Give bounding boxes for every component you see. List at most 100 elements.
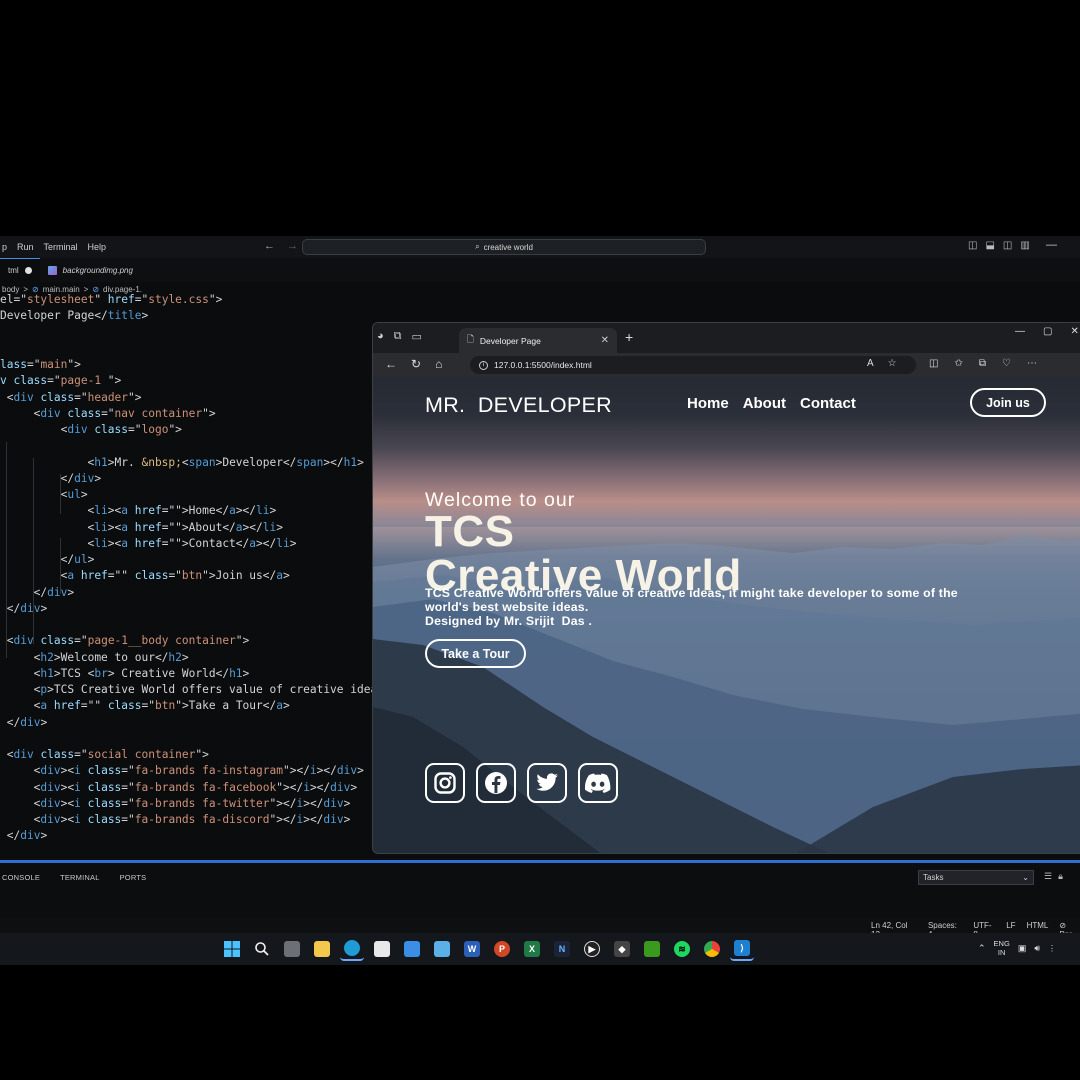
word-icon[interactable]: W <box>460 937 484 961</box>
nvidia-icon[interactable] <box>640 937 664 961</box>
code-line[interactable]: Developer Page</title> <box>0 308 148 324</box>
photos-icon[interactable] <box>430 937 454 961</box>
command-center-search[interactable]: ⌕ creative world <box>302 239 706 255</box>
profile-avatar-icon[interactable]: ◕ <box>377 330 384 343</box>
refresh-icon[interactable]: ↻ <box>411 357 421 371</box>
facebook-icon[interactable] <box>476 763 516 803</box>
favorites-icon[interactable]: ✩ <box>954 358 962 369</box>
code-line[interactable]: </ul> <box>0 552 95 568</box>
menu-item[interactable]: p <box>2 242 7 252</box>
code-line[interactable]: <div class="nav container"> <box>0 406 216 422</box>
list-icon[interactable]: ☰ <box>1044 871 1052 882</box>
toggle-panel-icon[interactable]: ⬓ <box>985 240 994 251</box>
powerpoint-icon[interactable]: P <box>490 937 514 961</box>
home-icon[interactable]: ⌂ <box>435 357 442 371</box>
address-bar[interactable]: i 127.0.0.1:5500/index.html <box>470 356 916 374</box>
maximize-icon[interactable]: ▢ <box>1043 326 1052 337</box>
twitter-icon[interactable] <box>527 763 567 803</box>
nav-link-home[interactable]: Home <box>687 395 729 412</box>
code-line[interactable]: <li><a href="">Home</a></li> <box>0 503 277 519</box>
split-screen-icon[interactable]: ◫ <box>929 358 938 369</box>
code-line[interactable]: <h2>Welcome to our</h2> <box>0 650 189 666</box>
code-line[interactable]: <h1>TCS <br> Creative World</h1> <box>0 666 250 682</box>
code-line[interactable]: <p>TCS Creative World offers value of cr… <box>0 682 372 698</box>
app-icon[interactable]: ◆ <box>610 937 634 961</box>
more-options-icon[interactable]: ⋯ <box>1027 358 1037 369</box>
favorite-star-icon[interactable]: ☆ <box>888 358 897 369</box>
collections-icon[interactable]: ⧉ <box>979 358 986 369</box>
instagram-icon[interactable] <box>425 763 465 803</box>
code-line[interactable]: <h1>Mr. &nbsp;<span>Developer</span></h1… <box>0 455 364 471</box>
tab-index-html[interactable]: tml <box>0 258 40 282</box>
nav-link-contact[interactable]: Contact <box>800 395 856 412</box>
forward-arrow-icon[interactable]: → <box>287 240 298 252</box>
n-app-icon[interactable]: N <box>550 937 574 961</box>
mail-icon[interactable] <box>400 937 424 961</box>
back-arrow-icon[interactable]: ← <box>385 357 397 371</box>
code-line[interactable]: <li><a href="">About</a></li> <box>0 520 283 536</box>
menu-help[interactable]: Help <box>88 242 107 252</box>
code-line[interactable]: <div class="logo"> <box>0 422 182 438</box>
search-icon[interactable] <box>250 937 274 961</box>
minimize-icon[interactable]: — <box>1046 239 1057 251</box>
code-line[interactable]: <div><i class="fa-brands fa-discord"></i… <box>0 812 351 828</box>
code-line[interactable]: <a href="" class="btn">Take a Tour</a> <box>0 698 290 714</box>
code-line[interactable]: <a href="" class="btn">Join us</a> <box>0 568 290 584</box>
browser-essentials-icon[interactable]: ♡ <box>1002 358 1011 369</box>
task-view-icon[interactable] <box>280 937 304 961</box>
file-explorer-icon[interactable] <box>310 937 334 961</box>
close-tab-icon[interactable]: ✕ <box>601 335 609 346</box>
code-line[interactable]: </div> <box>0 471 101 487</box>
chrome-icon[interactable] <box>700 937 724 961</box>
menu-terminal[interactable]: Terminal <box>44 242 78 252</box>
site-logo[interactable]: MR. DEVELOPER <box>425 393 612 418</box>
excel-icon[interactable]: X <box>520 937 544 961</box>
code-line[interactable]: <ul> <box>0 487 88 503</box>
media-player-icon[interactable]: ▶ <box>580 937 604 961</box>
spotify-icon[interactable]: ≋ <box>670 937 694 961</box>
info-icon[interactable]: i <box>479 360 488 370</box>
code-line[interactable]: </div> <box>0 601 47 617</box>
discord-icon[interactable] <box>578 763 618 803</box>
toggle-primary-sidebar-icon[interactable]: ◫ <box>968 240 977 251</box>
code-line[interactable]: <div class="header"> <box>0 390 142 406</box>
join-us-button[interactable]: Join us <box>970 388 1046 417</box>
menu-run[interactable]: Run <box>17 242 34 252</box>
clock[interactable]: ⋮ <box>1048 944 1056 953</box>
vscode-icon[interactable]: ⟩ <box>730 937 754 961</box>
store-icon[interactable] <box>370 937 394 961</box>
edge-icon[interactable] <box>340 937 364 961</box>
lock-icon[interactable]: 🔒︎ <box>1058 871 1063 882</box>
code-line[interactable]: el="stylesheet" href="style.css"> <box>0 292 222 308</box>
take-a-tour-button[interactable]: Take a Tour <box>425 639 526 668</box>
tab-ports[interactable]: PORTS <box>120 873 147 882</box>
tasks-select[interactable]: Tasks ⌄ <box>918 870 1034 885</box>
new-tab-icon[interactable]: + <box>625 329 633 345</box>
code-line[interactable]: <li><a href="">Contact</a></li> <box>0 536 297 552</box>
code-line[interactable]: </div> <box>0 828 47 844</box>
unsaved-dot-icon[interactable] <box>24 267 32 274</box>
code-line[interactable]: lass="main"> <box>0 357 81 373</box>
code-line[interactable]: <div><i class="fa-brands fa-twitter"></i… <box>0 796 351 812</box>
code-line[interactable]: <div><i class="fa-brands fa-facebook"></… <box>0 780 357 796</box>
customize-layout-icon[interactable]: ▥ <box>1020 240 1029 251</box>
code-line[interactable]: </div> <box>0 585 74 601</box>
code-line[interactable]: <div class="social container"> <box>0 747 209 763</box>
toggle-secondary-sidebar-icon[interactable]: ◫ <box>1003 240 1012 251</box>
minimize-icon[interactable]: — <box>1015 326 1025 337</box>
code-editor[interactable]: el="stylesheet" href="style.css"> Develop… <box>0 292 372 844</box>
tab-backgroundimg[interactable]: backgroundimg.png <box>40 258 141 282</box>
tab-console[interactable]: CONSOLE <box>2 873 40 882</box>
code-line[interactable]: <div><i class="fa-brands fa-instagram"><… <box>0 763 364 779</box>
code-line[interactable]: v class="page-1 "> <box>0 373 121 389</box>
tab-terminal[interactable]: TERMINAL <box>60 873 100 882</box>
start-icon[interactable] <box>220 937 244 961</box>
workspaces-icon[interactable]: ⧉ <box>394 330 402 343</box>
volume-icon[interactable]: 🔊︎ <box>1034 943 1040 954</box>
language-indicator[interactable]: ENG IN <box>994 939 1010 957</box>
code-line[interactable]: </div> <box>0 715 47 731</box>
network-icon[interactable]: ▣ <box>1018 943 1027 954</box>
back-arrow-icon[interactable]: ← <box>264 240 275 252</box>
read-aloud-icon[interactable]: A <box>867 358 874 369</box>
browser-tab[interactable]: 🗋︎ Developer Page ✕ <box>459 328 617 353</box>
